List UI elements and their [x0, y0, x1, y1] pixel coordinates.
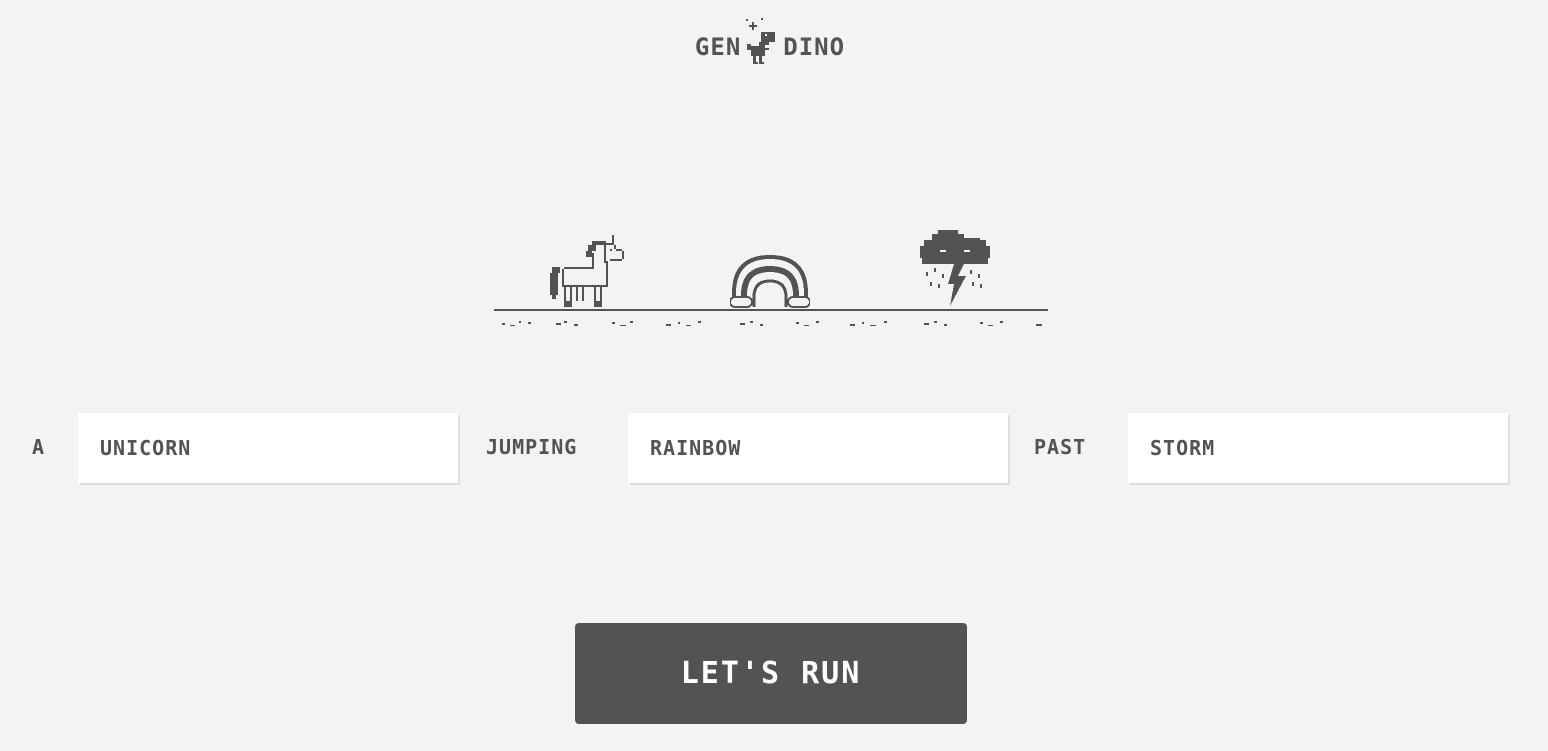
- lets-run-button[interactable]: LET'S RUN: [575, 623, 967, 724]
- second-object-input[interactable]: [1128, 413, 1508, 483]
- prompt-word-jumping: JUMPING: [486, 435, 578, 459]
- logo-text-gen: GEN: [694, 33, 742, 61]
- logo: GEN DINO: [670, 14, 870, 66]
- storm-cloud-icon: [920, 230, 990, 306]
- rainbow-icon: [730, 254, 810, 308]
- prompt-word-past: PAST: [1034, 435, 1087, 459]
- game-scene: [494, 225, 1048, 340]
- logo-text-dino: DINO: [783, 33, 846, 61]
- subject-input[interactable]: [78, 413, 458, 483]
- prompt-word-a: A: [32, 435, 46, 459]
- dino-sparkle-icon: [746, 18, 776, 64]
- first-object-input[interactable]: [628, 413, 1008, 483]
- unicorn-icon: [550, 235, 624, 307]
